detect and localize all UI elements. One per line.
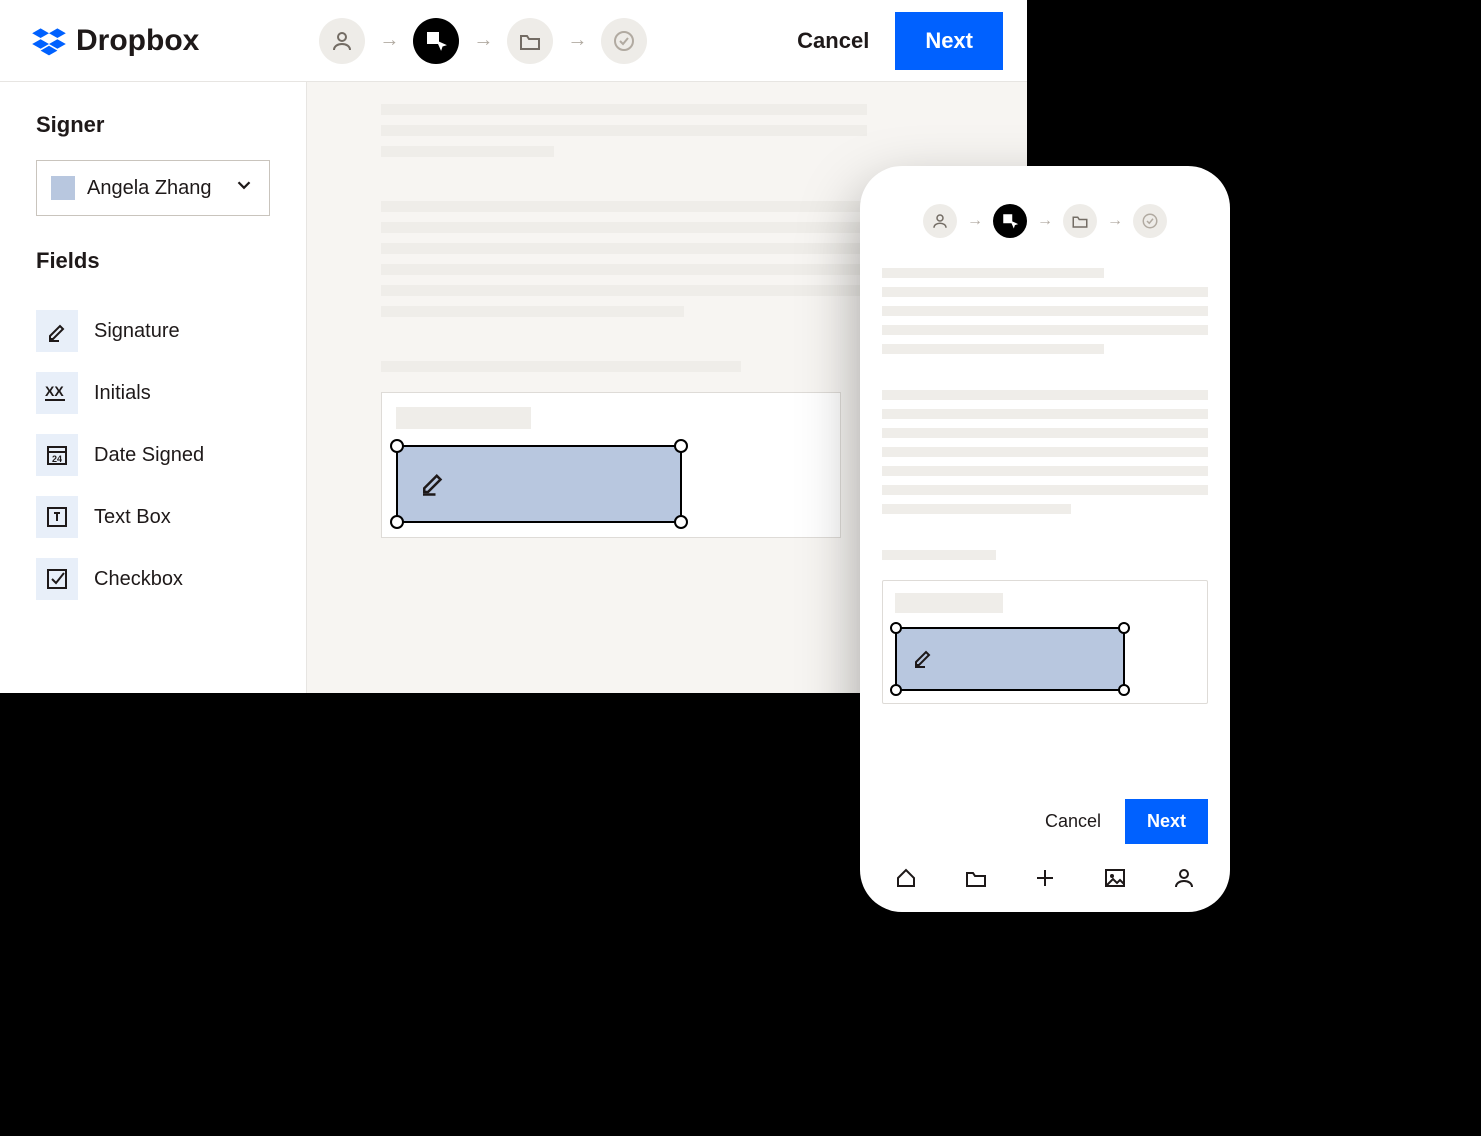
step-edit[interactable]	[413, 18, 459, 64]
phone-cancel-button[interactable]: Cancel	[1045, 811, 1101, 832]
resize-handle-br[interactable]	[1118, 684, 1130, 696]
initials-icon	[36, 372, 78, 414]
brand-name: Dropbox	[76, 24, 199, 58]
arrow-icon: →	[473, 29, 493, 52]
field-signature[interactable]: Signature	[36, 300, 270, 362]
field-label: Signature	[94, 320, 180, 343]
field-initials[interactable]: Initials	[36, 362, 270, 424]
phone-signature-dropzone	[882, 580, 1208, 704]
signer-color-swatch	[51, 176, 75, 200]
phone-mockup: → → →	[860, 166, 1230, 912]
resize-handle-tr[interactable]	[1118, 622, 1130, 634]
phone-bottom-nav	[882, 852, 1208, 898]
phone-actions: Cancel Next	[882, 783, 1208, 852]
step-signer[interactable]	[319, 18, 365, 64]
signature-icon	[911, 645, 935, 674]
phone-doc-lines	[882, 268, 1208, 560]
brand: Dropbox	[32, 24, 199, 58]
signature-icon	[36, 310, 78, 352]
resize-handle-br[interactable]	[674, 515, 688, 529]
phone-step-save[interactable]	[1063, 204, 1097, 238]
field-label: Checkbox	[94, 568, 183, 591]
resize-handle-tl[interactable]	[390, 439, 404, 453]
cancel-button[interactable]: Cancel	[797, 28, 869, 54]
field-label: Initials	[94, 382, 151, 405]
phone-signature-field[interactable]	[895, 627, 1125, 691]
field-text-box[interactable]: Text Box	[36, 486, 270, 548]
field-checkbox[interactable]: Checkbox	[36, 548, 270, 610]
textbox-icon	[36, 496, 78, 538]
phone-step-signer[interactable]	[923, 204, 957, 238]
stepper: → → →	[319, 18, 647, 64]
nav-home-icon[interactable]	[892, 864, 920, 892]
chevron-down-icon	[233, 174, 255, 202]
field-date-signed[interactable]: Date Signed	[36, 424, 270, 486]
next-button[interactable]: Next	[895, 12, 1003, 70]
step-save[interactable]	[507, 18, 553, 64]
signer-select[interactable]: Angela Zhang	[36, 160, 270, 216]
nav-files-icon[interactable]	[962, 864, 990, 892]
signature-icon	[418, 467, 448, 502]
phone-step-edit[interactable]	[993, 204, 1027, 238]
arrow-icon: →	[1107, 212, 1123, 230]
phone-stepper: → → →	[882, 204, 1208, 238]
arrow-icon: →	[1037, 212, 1053, 230]
nav-add-icon[interactable]	[1031, 864, 1059, 892]
date-icon	[36, 434, 78, 476]
field-label: Text Box	[94, 506, 171, 529]
arrow-icon: →	[379, 29, 399, 52]
phone-next-button[interactable]: Next	[1125, 799, 1208, 844]
sidebar: Signer Angela Zhang Fields Signature	[0, 82, 307, 693]
dropzone-label-placeholder	[396, 407, 531, 429]
resize-handle-tr[interactable]	[674, 439, 688, 453]
arrow-icon: →	[567, 29, 587, 52]
signer-heading: Signer	[36, 112, 270, 138]
topbar: Dropbox → → → Cancel Next	[0, 0, 1027, 82]
step-review[interactable]	[601, 18, 647, 64]
field-list: Signature Initials Date Signed	[36, 296, 270, 614]
phone-dropzone-label-placeholder	[895, 593, 1003, 613]
fields-heading: Fields	[36, 248, 270, 274]
resize-handle-tl[interactable]	[890, 622, 902, 634]
dropbox-logo-icon	[32, 26, 66, 56]
header-actions: Cancel Next	[797, 12, 1003, 70]
arrow-icon: →	[967, 212, 983, 230]
signature-dropzone	[381, 392, 841, 538]
signature-field[interactable]	[396, 445, 682, 523]
nav-photos-icon[interactable]	[1101, 864, 1129, 892]
checkbox-icon	[36, 558, 78, 600]
field-label: Date Signed	[94, 444, 204, 467]
resize-handle-bl[interactable]	[890, 684, 902, 696]
signer-name: Angela Zhang	[87, 177, 212, 200]
nav-account-icon[interactable]	[1170, 864, 1198, 892]
phone-step-review[interactable]	[1133, 204, 1167, 238]
resize-handle-bl[interactable]	[390, 515, 404, 529]
